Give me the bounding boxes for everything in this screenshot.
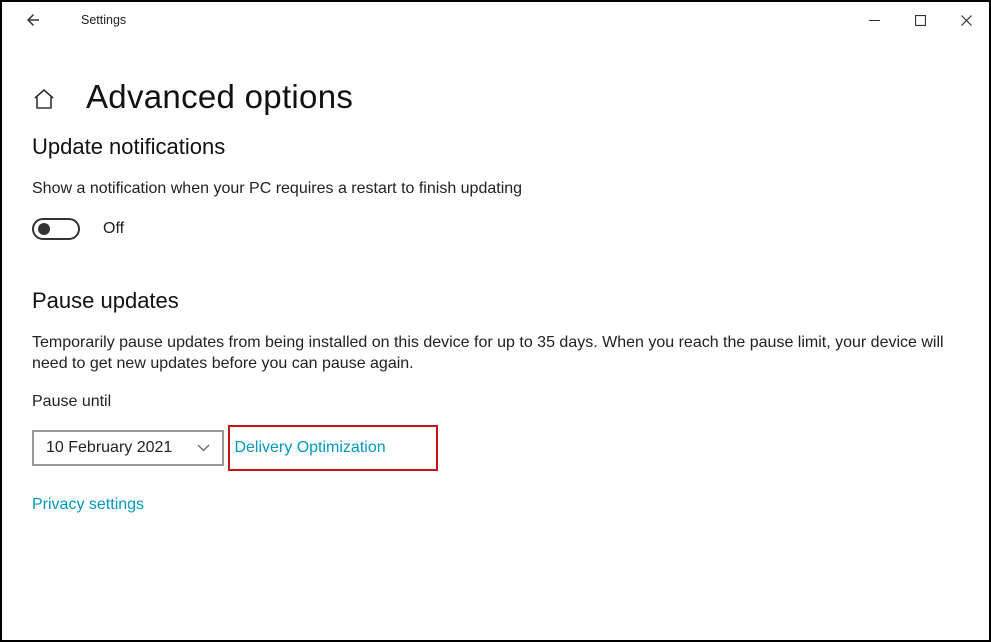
notifications-section-title: Update notifications (32, 134, 959, 160)
back-button[interactable] (14, 2, 52, 38)
window-controls (851, 2, 989, 38)
minimize-button[interactable] (851, 2, 897, 38)
titlebar: Settings (2, 2, 989, 38)
back-arrow-icon (24, 11, 42, 29)
app-title: Settings (81, 13, 126, 27)
delivery-optimization-link[interactable]: Delivery Optimization (234, 439, 385, 456)
toggle-knob (38, 223, 50, 235)
notifications-toggle-row: Off (32, 218, 959, 240)
delivery-optimization-highlight: Delivery Optimization (228, 425, 437, 471)
pause-description: Temporarily pause updates from being ins… (32, 332, 959, 375)
pause-section-title: Pause updates (32, 288, 959, 314)
notifications-toggle[interactable] (32, 218, 80, 240)
privacy-settings-row: Privacy settings (32, 496, 959, 514)
pause-until-value: 10 February 2021 (46, 439, 172, 457)
notifications-description: Show a notification when your PC require… (32, 178, 959, 200)
page-title: Advanced options (86, 78, 353, 116)
notifications-toggle-label: Off (103, 220, 124, 238)
home-icon[interactable] (32, 87, 56, 111)
maximize-icon (915, 15, 926, 26)
close-button[interactable] (943, 2, 989, 38)
pause-until-dropdown[interactable]: 10 February 2021 (32, 430, 224, 466)
maximize-button[interactable] (897, 2, 943, 38)
chevron-down-icon (197, 439, 210, 457)
minimize-icon (869, 15, 880, 26)
content: Advanced options Update notifications Sh… (2, 38, 989, 514)
close-icon (961, 15, 972, 26)
pause-until-label: Pause until (32, 393, 959, 411)
privacy-settings-link[interactable]: Privacy settings (32, 496, 144, 513)
page-header: Advanced options (32, 78, 959, 116)
